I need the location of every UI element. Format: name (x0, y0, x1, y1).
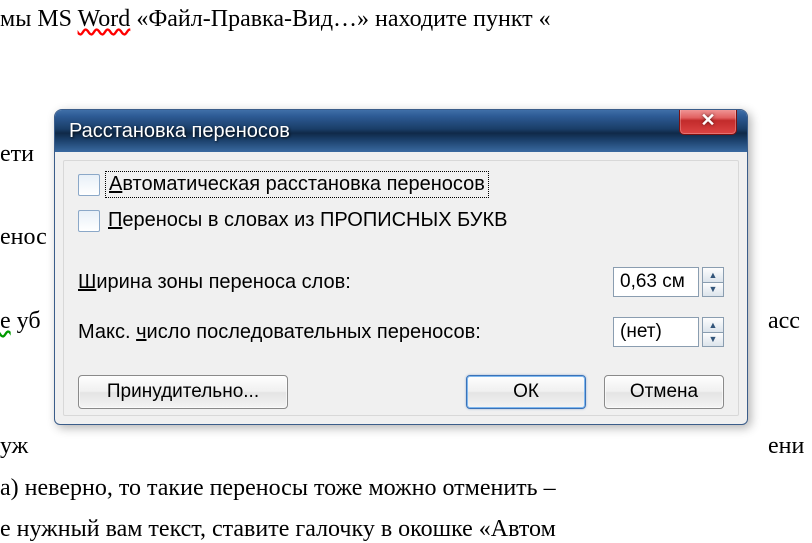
dialog-title: Расстановка переносов (69, 120, 290, 143)
doc-line: асс (768, 308, 800, 335)
caps-hyphenation-label: Переносы в словах из ПРОПИСНЫХ БУКВ (108, 209, 507, 232)
max-consecutive-row: Макс. число последовательных переносов: … (78, 317, 724, 347)
caps-hyphenation-checkbox[interactable] (78, 210, 100, 232)
hyphenation-dialog: Расстановка переносов ✕ Автоматическая р… (54, 109, 748, 425)
manual-button[interactable]: Принудительно... (78, 375, 288, 409)
auto-hyphenation-checkbox[interactable] (78, 174, 100, 196)
ok-button[interactable]: ОК (466, 375, 586, 409)
spin-down-button[interactable]: ▼ (702, 333, 724, 348)
cancel-button[interactable]: Отмена (604, 375, 724, 409)
max-consecutive-input[interactable]: (нет) (613, 317, 699, 347)
caps-hyphenation-row: Переносы в словах из ПРОПИСНЫХ БУКВ (78, 209, 507, 232)
auto-hyphenation-row: Автоматическая расстановка переносов (78, 171, 489, 198)
doc-line: мы MS Word «Файл-Правка-Вид…» находите п… (0, 6, 551, 33)
hyphenation-zone-label: Ширина зоны переноса слов: (78, 271, 351, 294)
spin-up-button[interactable]: ▲ (702, 267, 724, 283)
hyphenation-zone-row: Ширина зоны переноса слов: 0,63 см ▲ ▼ (78, 267, 724, 297)
titlebar[interactable]: Расстановка переносов ✕ (55, 110, 747, 152)
auto-hyphenation-label: Автоматическая расстановка переносов (105, 171, 489, 198)
doc-line: ени (768, 433, 804, 460)
doc-line: е уб (0, 308, 41, 335)
doc-line: уж (0, 433, 28, 460)
hyphenation-zone-spinner: 0,63 см ▲ ▼ (613, 267, 724, 297)
spin-down-button[interactable]: ▼ (702, 283, 724, 298)
max-consecutive-spinner: (нет) ▲ ▼ (613, 317, 724, 347)
dialog-body: Автоматическая расстановка переносов Пер… (63, 160, 739, 416)
doc-line: ети (0, 141, 34, 168)
hyphenation-zone-input[interactable]: 0,63 см (613, 267, 699, 297)
close-button[interactable]: ✕ (679, 109, 737, 135)
doc-line: е нужный вам текст, ставите галочку в ок… (0, 516, 556, 543)
doc-line: а) неверно, то такие переносы тоже можно… (0, 475, 556, 502)
close-icon: ✕ (700, 110, 715, 131)
button-row: Принудительно... ОК Отмена (78, 375, 724, 409)
max-consecutive-label: Макс. число последовательных переносов: (78, 321, 481, 344)
spin-up-button[interactable]: ▲ (702, 317, 724, 333)
doc-line: енос (0, 224, 47, 251)
